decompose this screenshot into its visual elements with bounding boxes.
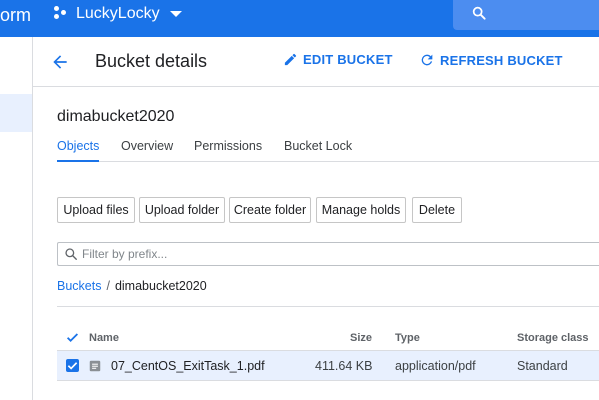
check-icon: [66, 333, 79, 343]
check-icon: [67, 362, 78, 370]
edit-bucket-label: EDIT BUCKET: [303, 52, 393, 67]
refresh-bucket-label: REFRESH BUCKET: [440, 52, 563, 68]
back-button[interactable]: [50, 52, 70, 77]
object-size: 411.64 KB: [315, 359, 373, 373]
column-header-storage-class[interactable]: Storage class: [517, 332, 589, 344]
file-icon: [89, 360, 101, 372]
tab-overview[interactable]: Overview: [121, 139, 173, 162]
tab-bucket-lock[interactable]: Bucket Lock: [284, 139, 352, 162]
refresh-icon: [421, 54, 433, 66]
column-header-size[interactable]: Size: [350, 332, 372, 344]
bucket-name: dimabucket2020: [57, 108, 175, 125]
search-icon: [65, 248, 77, 260]
breadcrumb-buckets-link[interactable]: Buckets: [57, 279, 101, 293]
top-app-bar: orm LuckyLocky: [0, 0, 599, 37]
product-name[interactable]: orm: [0, 6, 31, 24]
row-checkbox[interactable]: [66, 359, 79, 372]
pencil-icon: [284, 53, 297, 66]
upload-files-button[interactable]: Upload files: [57, 197, 135, 223]
divider: [57, 306, 599, 307]
breadcrumb: Buckets / dimabucket2020: [57, 279, 207, 293]
tab-permissions[interactable]: Permissions: [194, 139, 262, 162]
project-icon: [54, 6, 68, 22]
create-folder-button[interactable]: Create folder: [229, 197, 311, 223]
edit-bucket-button[interactable]: EDIT BUCKET: [283, 52, 393, 67]
column-header-name[interactable]: Name: [89, 332, 119, 344]
table-row[interactable]: 07_CentOS_ExitTask_1.pdf 411.64 KB appli…: [57, 351, 599, 381]
arrow-back-icon: [53, 55, 67, 69]
breadcrumb-current: dimabucket2020: [114, 279, 207, 293]
table-header: Name Size Type Storage class: [57, 327, 599, 351]
project-selector[interactable]: LuckyLocky: [54, 4, 182, 24]
manage-holds-button[interactable]: Manage holds: [316, 197, 406, 223]
search-box[interactable]: [453, 0, 599, 30]
bucket-tabs: Objects Overview Permissions Bucket Lock: [57, 138, 599, 162]
page-header: Bucket details EDIT BUCKET REFRESH BUCKE…: [33, 37, 599, 87]
refresh-bucket-button[interactable]: REFRESH BUCKET: [419, 52, 563, 68]
filter-input[interactable]: [82, 247, 562, 261]
object-storage-class: Standard: [517, 359, 568, 373]
page-title: Bucket details: [95, 51, 208, 71]
delete-button[interactable]: Delete: [412, 197, 462, 223]
object-name-link[interactable]: 07_CentOS_ExitTask_1.pdf: [111, 359, 265, 373]
search-icon: [472, 6, 486, 20]
filter-box: [57, 242, 599, 266]
tab-objects[interactable]: Objects: [57, 139, 100, 162]
project-name: LuckyLocky: [76, 5, 160, 22]
chevron-down-icon: [169, 11, 182, 17]
object-type: application/pdf: [395, 359, 476, 373]
upload-folder-button[interactable]: Upload folder: [139, 197, 225, 223]
breadcrumb-separator: /: [106, 279, 110, 293]
left-navigation: [0, 37, 33, 400]
column-header-type[interactable]: Type: [395, 332, 420, 344]
select-all-checkbox[interactable]: [66, 331, 79, 344]
nav-item-selected[interactable]: [0, 94, 32, 132]
